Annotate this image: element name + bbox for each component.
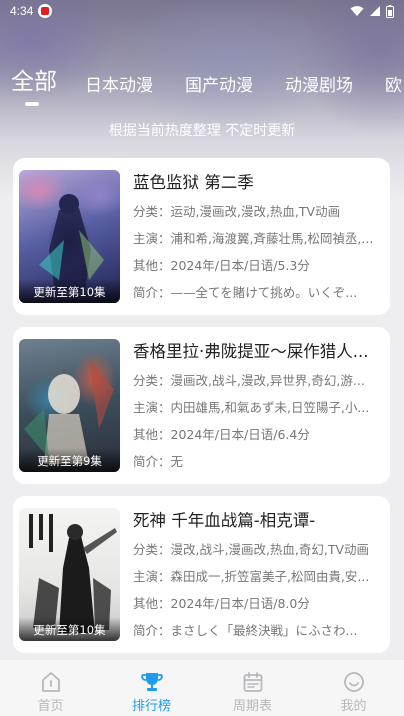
- anime-info: 蓝色监狱 第二季 分类：运动,漫画改,漫改,热血,TV动画 主演：浦和希,海渡翼…: [133, 170, 383, 306]
- anime-cast: 主演：内田雄馬,和氣あず未,日笠陽子,小...: [133, 400, 370, 415]
- bottom-navigation: 首页 排行榜 周期表 我的: [0, 660, 404, 716]
- tab-all[interactable]: 全部: [11, 62, 57, 110]
- nav-label: 周期表: [232, 699, 272, 714]
- tab-active-indicator: [25, 102, 39, 106]
- poster-image: 更新至第10集: [19, 170, 120, 303]
- nav-profile[interactable]: 我的: [303, 660, 404, 716]
- calendar-icon: [243, 672, 262, 692]
- profile-icon: [343, 672, 364, 692]
- anime-card[interactable]: 更新至第9集 香格里拉·弗陇提亚～屎作猎人... 分类：漫画改,战斗,漫改,异世…: [13, 327, 390, 484]
- anime-title: 蓝色监狱 第二季: [133, 173, 254, 192]
- home-icon: [41, 672, 60, 692]
- nav-label: 首页: [37, 699, 64, 714]
- tab-label: 国产动漫: [185, 76, 253, 96]
- anime-title: 死神 千年血战篇-相克谭-: [133, 511, 316, 530]
- battery-icon: [386, 4, 394, 18]
- nav-ranking[interactable]: 排行榜: [101, 660, 202, 716]
- anime-other: 其他：2024年/日本/日语/8.0分: [133, 596, 310, 611]
- tab-western[interactable]: 欧: [385, 71, 402, 110]
- anime-intro: 简介：まさしく「最終決戦」にふさわ...: [133, 623, 358, 638]
- anime-category: 分类：运动,漫画改,漫改,热血,TV动画: [133, 204, 341, 219]
- episode-badge: 更新至第10集: [19, 279, 120, 303]
- nav-schedule[interactable]: 周期表: [202, 660, 303, 716]
- tab-chinese-anime[interactable]: 国产动漫: [185, 71, 253, 110]
- tab-label: 日本动漫: [85, 76, 153, 96]
- anime-card[interactable]: 更新至第10集 蓝色监狱 第二季 分类：运动,漫画改,漫改,热血,TV动画 主演…: [13, 158, 390, 315]
- ranking-subtitle: 根据当前热度整理 不定时更新: [108, 123, 296, 139]
- category-tabs: 全部 日本动漫 国产动漫 动漫剧场 欧: [0, 62, 404, 110]
- anime-category: 分类：漫改,战斗,漫画改,热血,奇幻,TV动画: [133, 542, 370, 557]
- poster-image: 更新至第9集: [19, 339, 120, 472]
- anime-category: 分类：漫画改,战斗,漫改,异世界,奇幻,游...: [133, 373, 365, 388]
- anime-card[interactable]: 更新至第10集 死神 千年血战篇-相克谭- 分类：漫改,战斗,漫画改,热血,奇幻…: [13, 496, 390, 653]
- status-time: 4:34: [10, 4, 34, 18]
- episode-badge: 更新至第9集: [19, 448, 120, 472]
- nav-label: 我的: [340, 699, 367, 714]
- anime-intro: 简介：——全てを賭けて挑め。いくぞ...: [133, 285, 358, 300]
- status-bar: 4:34: [0, 0, 404, 22]
- anime-other: 其他：2024年/日本/日语/6.4分: [133, 427, 310, 442]
- nav-home[interactable]: 首页: [0, 660, 101, 716]
- anime-title: 香格里拉·弗陇提亚～屎作猎人...: [133, 342, 369, 361]
- wifi-icon: [350, 6, 364, 16]
- tab-anime-theater[interactable]: 动漫剧场: [285, 71, 353, 110]
- anime-intro: 简介：无: [133, 454, 184, 469]
- tab-label: 全部: [11, 69, 57, 95]
- tab-label: 欧: [385, 76, 402, 96]
- anime-info: 香格里拉·弗陇提亚～屎作猎人... 分类：漫画改,战斗,漫改,异世界,奇幻,游.…: [133, 339, 383, 475]
- anime-list: 更新至第10集 蓝色监狱 第二季 分类：运动,漫画改,漫改,热血,TV动画 主演…: [13, 158, 390, 665]
- signal-icon: [370, 6, 380, 16]
- tab-label: 动漫剧场: [285, 76, 353, 96]
- notification-icon: [38, 4, 53, 18]
- nav-label: 排行榜: [131, 699, 171, 714]
- poster-image: 更新至第10集: [19, 508, 120, 641]
- episode-badge: 更新至第10集: [19, 617, 120, 641]
- anime-cast: 主演：森田成一,折笠富美子,松岡由貴,安...: [133, 569, 370, 584]
- anime-other: 其他：2024年/日本/日语/5.3分: [133, 258, 310, 273]
- anime-cast: 主演：浦和希,海渡翼,斉藤壮馬,松岡禎丞,...: [133, 231, 374, 246]
- trophy-icon: [140, 673, 163, 691]
- tab-japanese-anime[interactable]: 日本动漫: [85, 71, 153, 110]
- status-icons: [350, 4, 394, 18]
- anime-info: 死神 千年血战篇-相克谭- 分类：漫改,战斗,漫画改,热血,奇幻,TV动画 主演…: [133, 508, 383, 644]
